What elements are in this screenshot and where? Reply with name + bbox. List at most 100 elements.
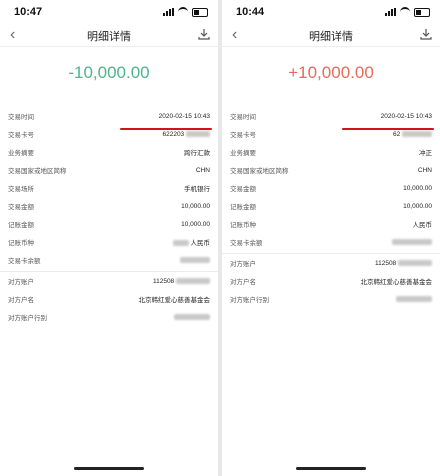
amount: +10,000.00 [288,63,374,82]
row-label: 对方户名 [8,297,34,304]
row-value: 112508 [375,260,432,267]
redacted-block [176,277,210,284]
row-value: 2020-02-15 10:43 [380,112,432,120]
nav-bar: ‹ 明细详情 [222,24,440,47]
signal-icon [163,8,174,16]
home-indicator [74,467,144,470]
row-label: 记账金额 [230,204,256,211]
row-currency: 记账币种 人民币 [0,233,218,251]
row-book-amount: 记账金额 10,000.00 [222,197,440,215]
row-trade-amount: 交易金额 10,000.00 [0,197,218,215]
row-label: 业务摘要 [230,150,256,157]
redacted-block [402,130,432,137]
row-summary: 业务摘要 冲正 [222,143,440,161]
row-label: 交易卡号 [8,132,34,139]
row-time: 交易时间 2020-02-15 10:43 [222,107,440,125]
row-value: 622203 [162,131,210,138]
row-value: 人民币 [412,222,433,229]
row-label: 记账币种 [8,240,34,247]
account-prefix: 112508 [374,259,397,267]
page-title: 明细详情 [309,31,353,43]
row-book-amount: 记账金额 10,000.00 [0,215,218,233]
row-value [174,313,210,321]
status-icons [385,7,430,17]
status-icons [163,7,208,17]
row-label: 记账金额 [8,222,34,229]
status-time: 10:47 [14,6,43,18]
row-label: 交易时间 [8,114,34,121]
row-value: 10,000.00 [181,220,210,228]
row-counter-account: 对方账户 112508 [0,271,218,290]
redacted-block [396,295,432,302]
row-time: 交易时间 2020-02-15 10:43 [0,107,218,125]
row-country: 交易国家或地区简称 CHN [222,161,440,179]
row-label: 交易卡号 [230,132,256,139]
download-icon[interactable] [198,28,210,40]
left-screen: 10:47 ‹ 明细详情 -10,000.00 交易时间 2020-02-15 1… [0,0,218,476]
wifi-icon [178,7,188,17]
row-country: 交易国家或地区简称 CHN [0,161,218,179]
row-value: 手机银行 [184,186,210,193]
row-counter-name: 对方户名 北京韩红爱心慈善基金会 [0,290,218,308]
amount: -10,000.00 [68,63,150,82]
redacted-block [180,256,210,263]
row-label: 对方账户 [230,261,256,268]
highlight-underline [342,128,434,130]
redacted-block [392,238,432,245]
row-label: 对方户名 [230,279,256,286]
card-prefix: 62 [392,130,401,138]
row-label: 交易卡余额 [8,258,41,265]
row-balance: 交易卡余额 [222,233,440,251]
wifi-icon [400,7,410,17]
row-label: 交易金额 [230,186,256,193]
right-screen: 10:44 ‹ 明细详情 +10,000.00 交易时间 2020-02-15 1… [222,0,440,476]
row-place: 交易场所 手机银行 [0,179,218,197]
row-value: 北京韩红爱心慈善基金会 [138,297,211,304]
row-counter-bank: 对方账户行别 [222,290,440,308]
currency-value: 人民币 [190,240,211,247]
download-icon[interactable] [420,28,432,40]
row-label: 交易国家或地区简称 [230,168,289,175]
row-label: 交易卡余额 [230,240,263,247]
row-counter-name: 对方户名 北京韩红爱心慈善基金会 [222,272,440,290]
redacted-block [174,313,210,320]
status-time: 10:44 [236,6,265,18]
row-label: 交易场所 [8,186,34,193]
signal-icon [385,8,396,16]
row-value: 北京韩红爱心慈善基金会 [360,279,433,286]
row-counter-bank: 对方账户行别 [0,308,218,326]
row-value [392,238,432,246]
row-label: 交易国家或地区简称 [8,168,67,175]
row-value: 112508 [153,278,210,285]
redacted-block [172,240,189,247]
row-value: 人民币 [172,237,211,247]
row-value: 10,000.00 [403,202,432,210]
page-title: 明细详情 [87,31,131,43]
account-prefix: 112508 [152,277,175,285]
card-prefix: 622203 [162,130,185,138]
row-label: 交易金额 [8,204,34,211]
row-value: CHN [195,166,210,174]
battery-icon [414,7,430,17]
detail-list: 交易时间 2020-02-15 10:43 交易卡号 622203 业务摘要 跨行汇款… [0,107,218,326]
row-value [396,295,432,303]
highlight-underline [120,128,212,130]
status-bar: 10:44 [222,0,440,24]
row-balance: 交易卡余额 [0,251,218,269]
row-label: 对方账户行别 [230,297,269,304]
row-value: 冲正 [419,150,432,157]
row-trade-amount: 交易金额 10,000.00 [222,179,440,197]
row-value: CHN [417,166,432,174]
status-bar: 10:47 [0,0,218,24]
row-value: 10,000.00 [403,184,432,192]
nav-bar: ‹ 明细详情 [0,24,218,47]
battery-icon [192,7,208,17]
row-value: 10,000.00 [181,202,210,210]
row-value [180,256,210,264]
row-label: 对方账户行别 [8,315,47,322]
row-label: 业务摘要 [8,150,34,157]
row-label: 对方账户 [8,279,34,286]
row-value: 2020-02-15 10:43 [158,112,210,120]
home-indicator [296,467,366,470]
detail-list: 交易时间 2020-02-15 10:43 交易卡号 62 业务摘要 冲正 交易国家或… [222,107,440,308]
